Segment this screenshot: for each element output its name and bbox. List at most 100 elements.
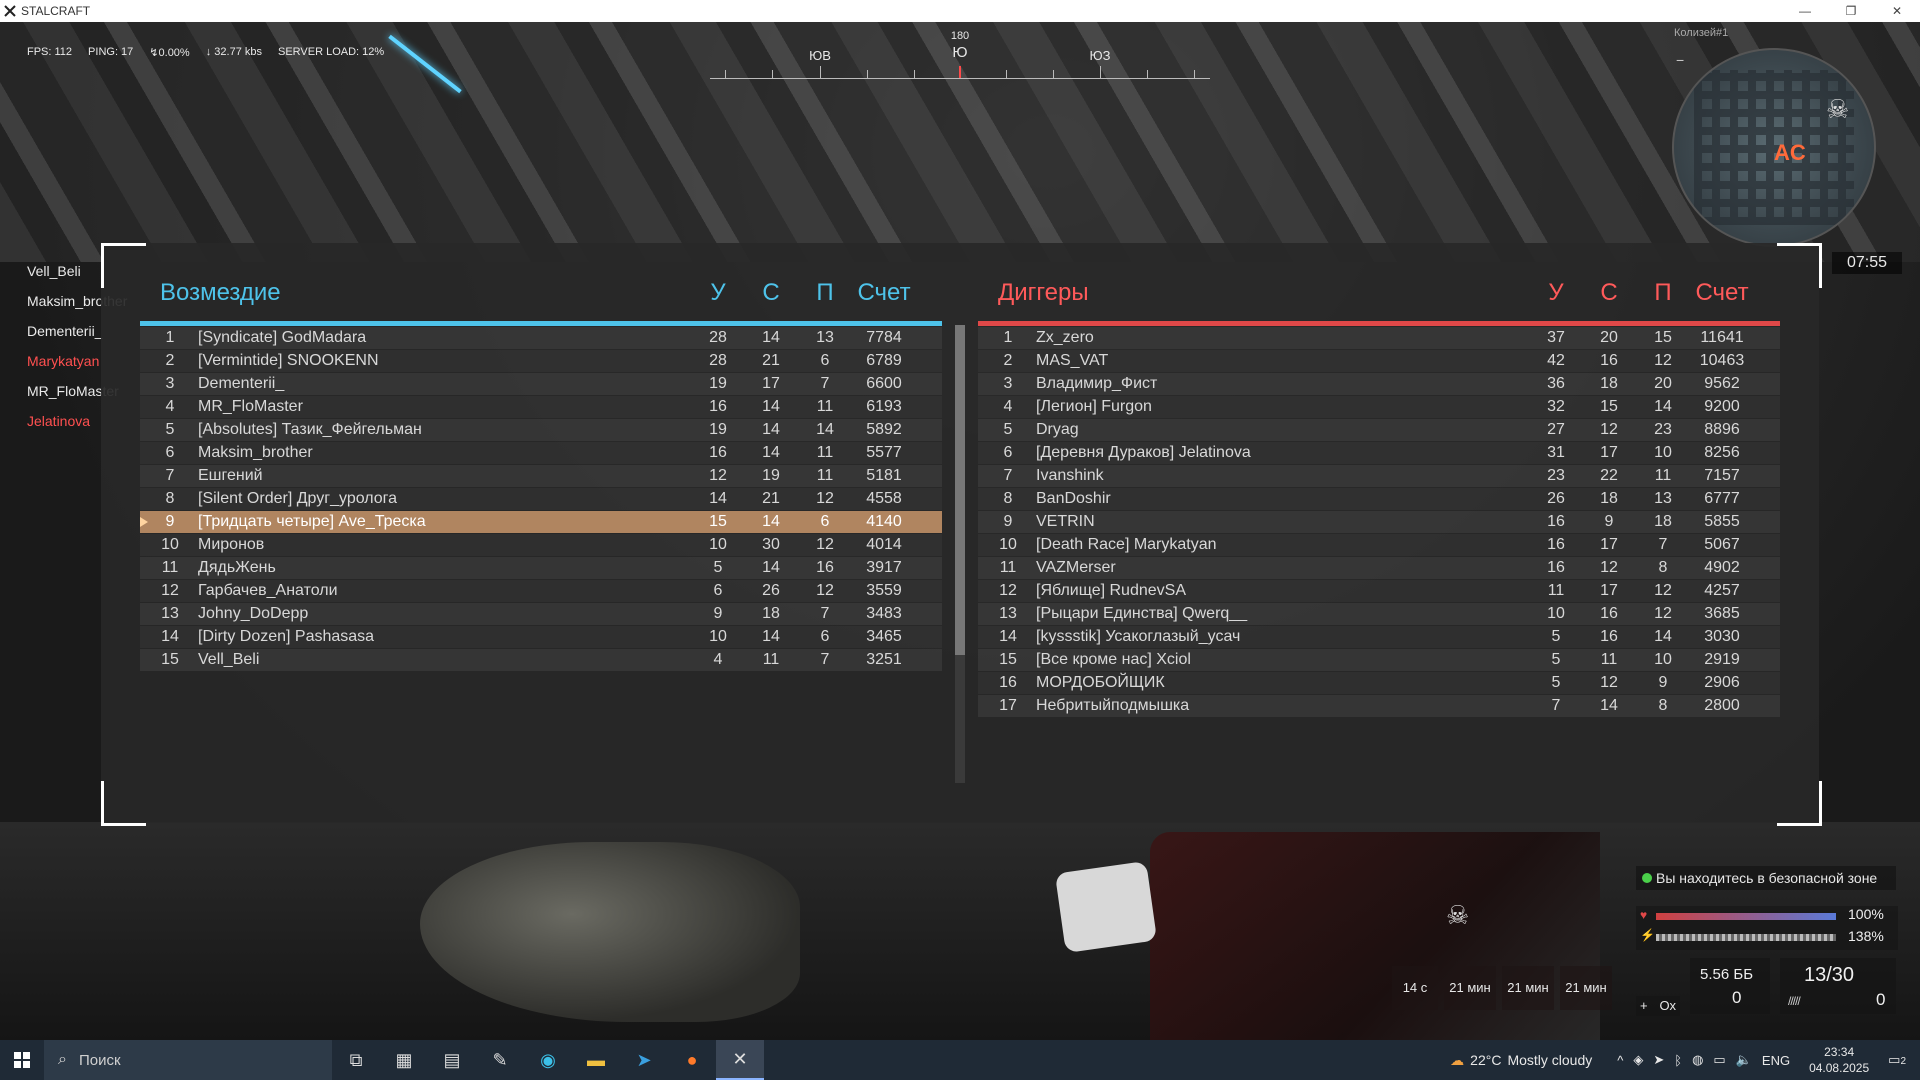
player-row: 12 [Яблище] RudnevSA 11 17 12 4257 <box>978 580 1780 602</box>
row-deaths: 14 <box>762 329 780 346</box>
stalcraft-taskbar-icon[interactable]: ✕ <box>716 1040 764 1080</box>
col-kills: У <box>1548 279 1564 306</box>
row-assists: 11 <box>1654 467 1672 484</box>
compass: 180 ЮВ Ю ЮЗ <box>710 30 1210 80</box>
row-assists: 7 <box>820 651 830 668</box>
ammo-type: 5.56 ББ <box>1700 966 1754 983</box>
row-kills: 28 <box>709 329 727 346</box>
row-score: 5855 <box>1704 513 1740 530</box>
firefox-icon[interactable]: ● <box>668 1040 716 1080</box>
clock[interactable]: 23:34 04.08.2025 <box>1809 1044 1869 1076</box>
row-rank: 17 <box>999 697 1017 714</box>
row-rank: 4 <box>1003 398 1013 415</box>
close-icon[interactable]: ✕ <box>1874 0 1920 22</box>
row-kills: 19 <box>709 375 727 392</box>
magazine-count: 13/30 <box>1804 964 1855 986</box>
row-score: 4014 <box>866 536 902 553</box>
row-score: 9200 <box>1704 398 1740 415</box>
player-row: 11 VAZMerser 16 12 8 4902 <box>978 557 1780 579</box>
row-rank: 15 <box>161 651 179 668</box>
row-assists: 12 <box>816 536 834 553</box>
weapon-charm <box>1054 860 1158 954</box>
steam-icon[interactable]: ◈ <box>1633 1052 1643 1068</box>
row-assists: 7 <box>820 605 830 622</box>
row-assists: 18 <box>1654 513 1672 530</box>
loss-icon: ↯ <box>149 47 159 59</box>
scrollbar-thumb[interactable] <box>955 325 965 655</box>
row-score: 6777 <box>1704 490 1740 507</box>
network-icon[interactable]: ▭ <box>1713 1052 1725 1068</box>
row-assists: 13 <box>1654 490 1672 507</box>
row-assists: 15 <box>1654 329 1672 346</box>
minimap[interactable]: AC <box>1672 48 1876 247</box>
row-kills: 16 <box>1547 559 1565 576</box>
telegram-tray-icon[interactable]: ➤ <box>1653 1052 1664 1068</box>
team-red-header: Диггеры У С П Счет <box>978 273 1780 321</box>
language-indicator[interactable]: ENG <box>1762 1053 1790 1068</box>
skull-marker-icon: ☠ <box>1446 900 1470 930</box>
row-kills: 28 <box>709 352 727 369</box>
player-row: 11 ДядьЖень 5 14 16 3917 <box>140 557 942 579</box>
row-deaths: 14 <box>762 628 780 645</box>
row-assists: 14 <box>1654 628 1672 645</box>
task-view-icon[interactable]: ⧉ <box>332 1040 380 1080</box>
paint-icon[interactable]: ✎ <box>476 1040 524 1080</box>
player-row: 10 [Death Race] Marykatyan 16 17 7 5067 <box>978 534 1780 556</box>
row-rank: 16 <box>999 674 1017 691</box>
row-score: 3251 <box>866 651 902 668</box>
row-rank: 4 <box>165 398 175 415</box>
temperature: 22°C <box>1470 1052 1502 1068</box>
compass-line <box>710 78 1210 79</box>
windows-taskbar: ⌕ Поиск ⧉ ▦ ▤ ✎ ◉ ▬ ➤ ● ✕ ☁ 22°C Mostly … <box>0 1040 1920 1080</box>
telegram-icon[interactable]: ➤ <box>620 1040 668 1080</box>
app-tray-icon[interactable]: ◍ <box>1692 1052 1703 1068</box>
restore-icon[interactable]: ❐ <box>1828 0 1874 22</box>
minimap-zoom-out-icon[interactable]: − <box>1676 52 1684 68</box>
store-icon[interactable]: ▦ <box>380 1040 428 1080</box>
row-score: 7784 <box>866 329 902 346</box>
row-player-name: [Легион] Furgon <box>1036 398 1152 415</box>
row-player-name: Небритыйподмышка <box>1036 697 1190 714</box>
row-deaths: 14 <box>1600 697 1618 714</box>
compass-tick <box>914 70 915 78</box>
minimize-icon[interactable]: — <box>1782 0 1828 22</box>
start-button[interactable] <box>0 1040 44 1080</box>
search-icon: ⌕ <box>58 1051 67 1068</box>
calendar-app-icon[interactable]: ▤ <box>428 1040 476 1080</box>
chevron-up-icon[interactable]: ^ <box>1617 1053 1623 1068</box>
row-kills: 6 <box>713 582 723 599</box>
window-title: STALCRAFT <box>21 4 91 18</box>
row-player-name: [Рыцари Единства] Qwerq__ <box>1036 605 1248 622</box>
row-assists: 10 <box>1654 651 1672 668</box>
row-deaths: 18 <box>1600 490 1618 507</box>
player-row: 3 Владимир_Фист 36 18 20 9562 <box>978 373 1780 395</box>
row-kills: 16 <box>709 398 727 415</box>
team-red-table: Диггеры У С П Счет 1 Zx_zero 37 20 15 11641 2 M… <box>978 273 1780 718</box>
row-rank: 11 <box>999 559 1017 576</box>
weather-widget[interactable]: ☁ 22°C Mostly cloudy <box>1450 1052 1592 1069</box>
compass-tick <box>772 70 773 78</box>
window-titlebar: STALCRAFT — ❐ ✕ <box>0 0 1920 22</box>
file-explorer-icon[interactable]: ▬ <box>572 1040 620 1080</box>
player-row: 5 Dryag 27 12 23 8896 <box>978 419 1780 441</box>
row-player-name: [Яблище] RudnevSA <box>1036 582 1186 599</box>
row-assists: 14 <box>816 421 834 438</box>
row-score: 3465 <box>866 628 902 645</box>
ammo-type-count: 0 <box>1732 988 1742 1007</box>
system-tray: ☁ 22°C Mostly cloudy ^ ◈ ➤ ᛒ ◍ ▭ 🔈 ENG 2… <box>1450 1040 1920 1080</box>
clock-date: 04.08.2025 <box>1809 1061 1870 1075</box>
row-rank: 7 <box>1003 467 1013 484</box>
edge-icon[interactable]: ◉ <box>524 1040 572 1080</box>
taskbar-search[interactable]: ⌕ Поиск <box>44 1040 332 1080</box>
volume-icon[interactable]: 🔈 <box>1736 1052 1752 1068</box>
scene-floor <box>0 822 1920 1040</box>
notifications-icon[interactable]: ▭2 <box>1888 1052 1906 1068</box>
row-deaths: 12 <box>1600 559 1618 576</box>
player-row: 2 MAS_VAT 42 16 12 10463 <box>978 350 1780 372</box>
row-score: 2919 <box>1704 651 1740 668</box>
row-player-name: VETRIN <box>1036 513 1095 530</box>
bluetooth-icon[interactable]: ᛒ <box>1674 1053 1682 1068</box>
row-player-name: Johny_DoDepp <box>198 605 309 622</box>
player-row: 16 МОРДОБОЙЩИК 5 12 9 2906 <box>978 672 1780 694</box>
scoreboard-scrollbar[interactable] <box>955 325 965 783</box>
